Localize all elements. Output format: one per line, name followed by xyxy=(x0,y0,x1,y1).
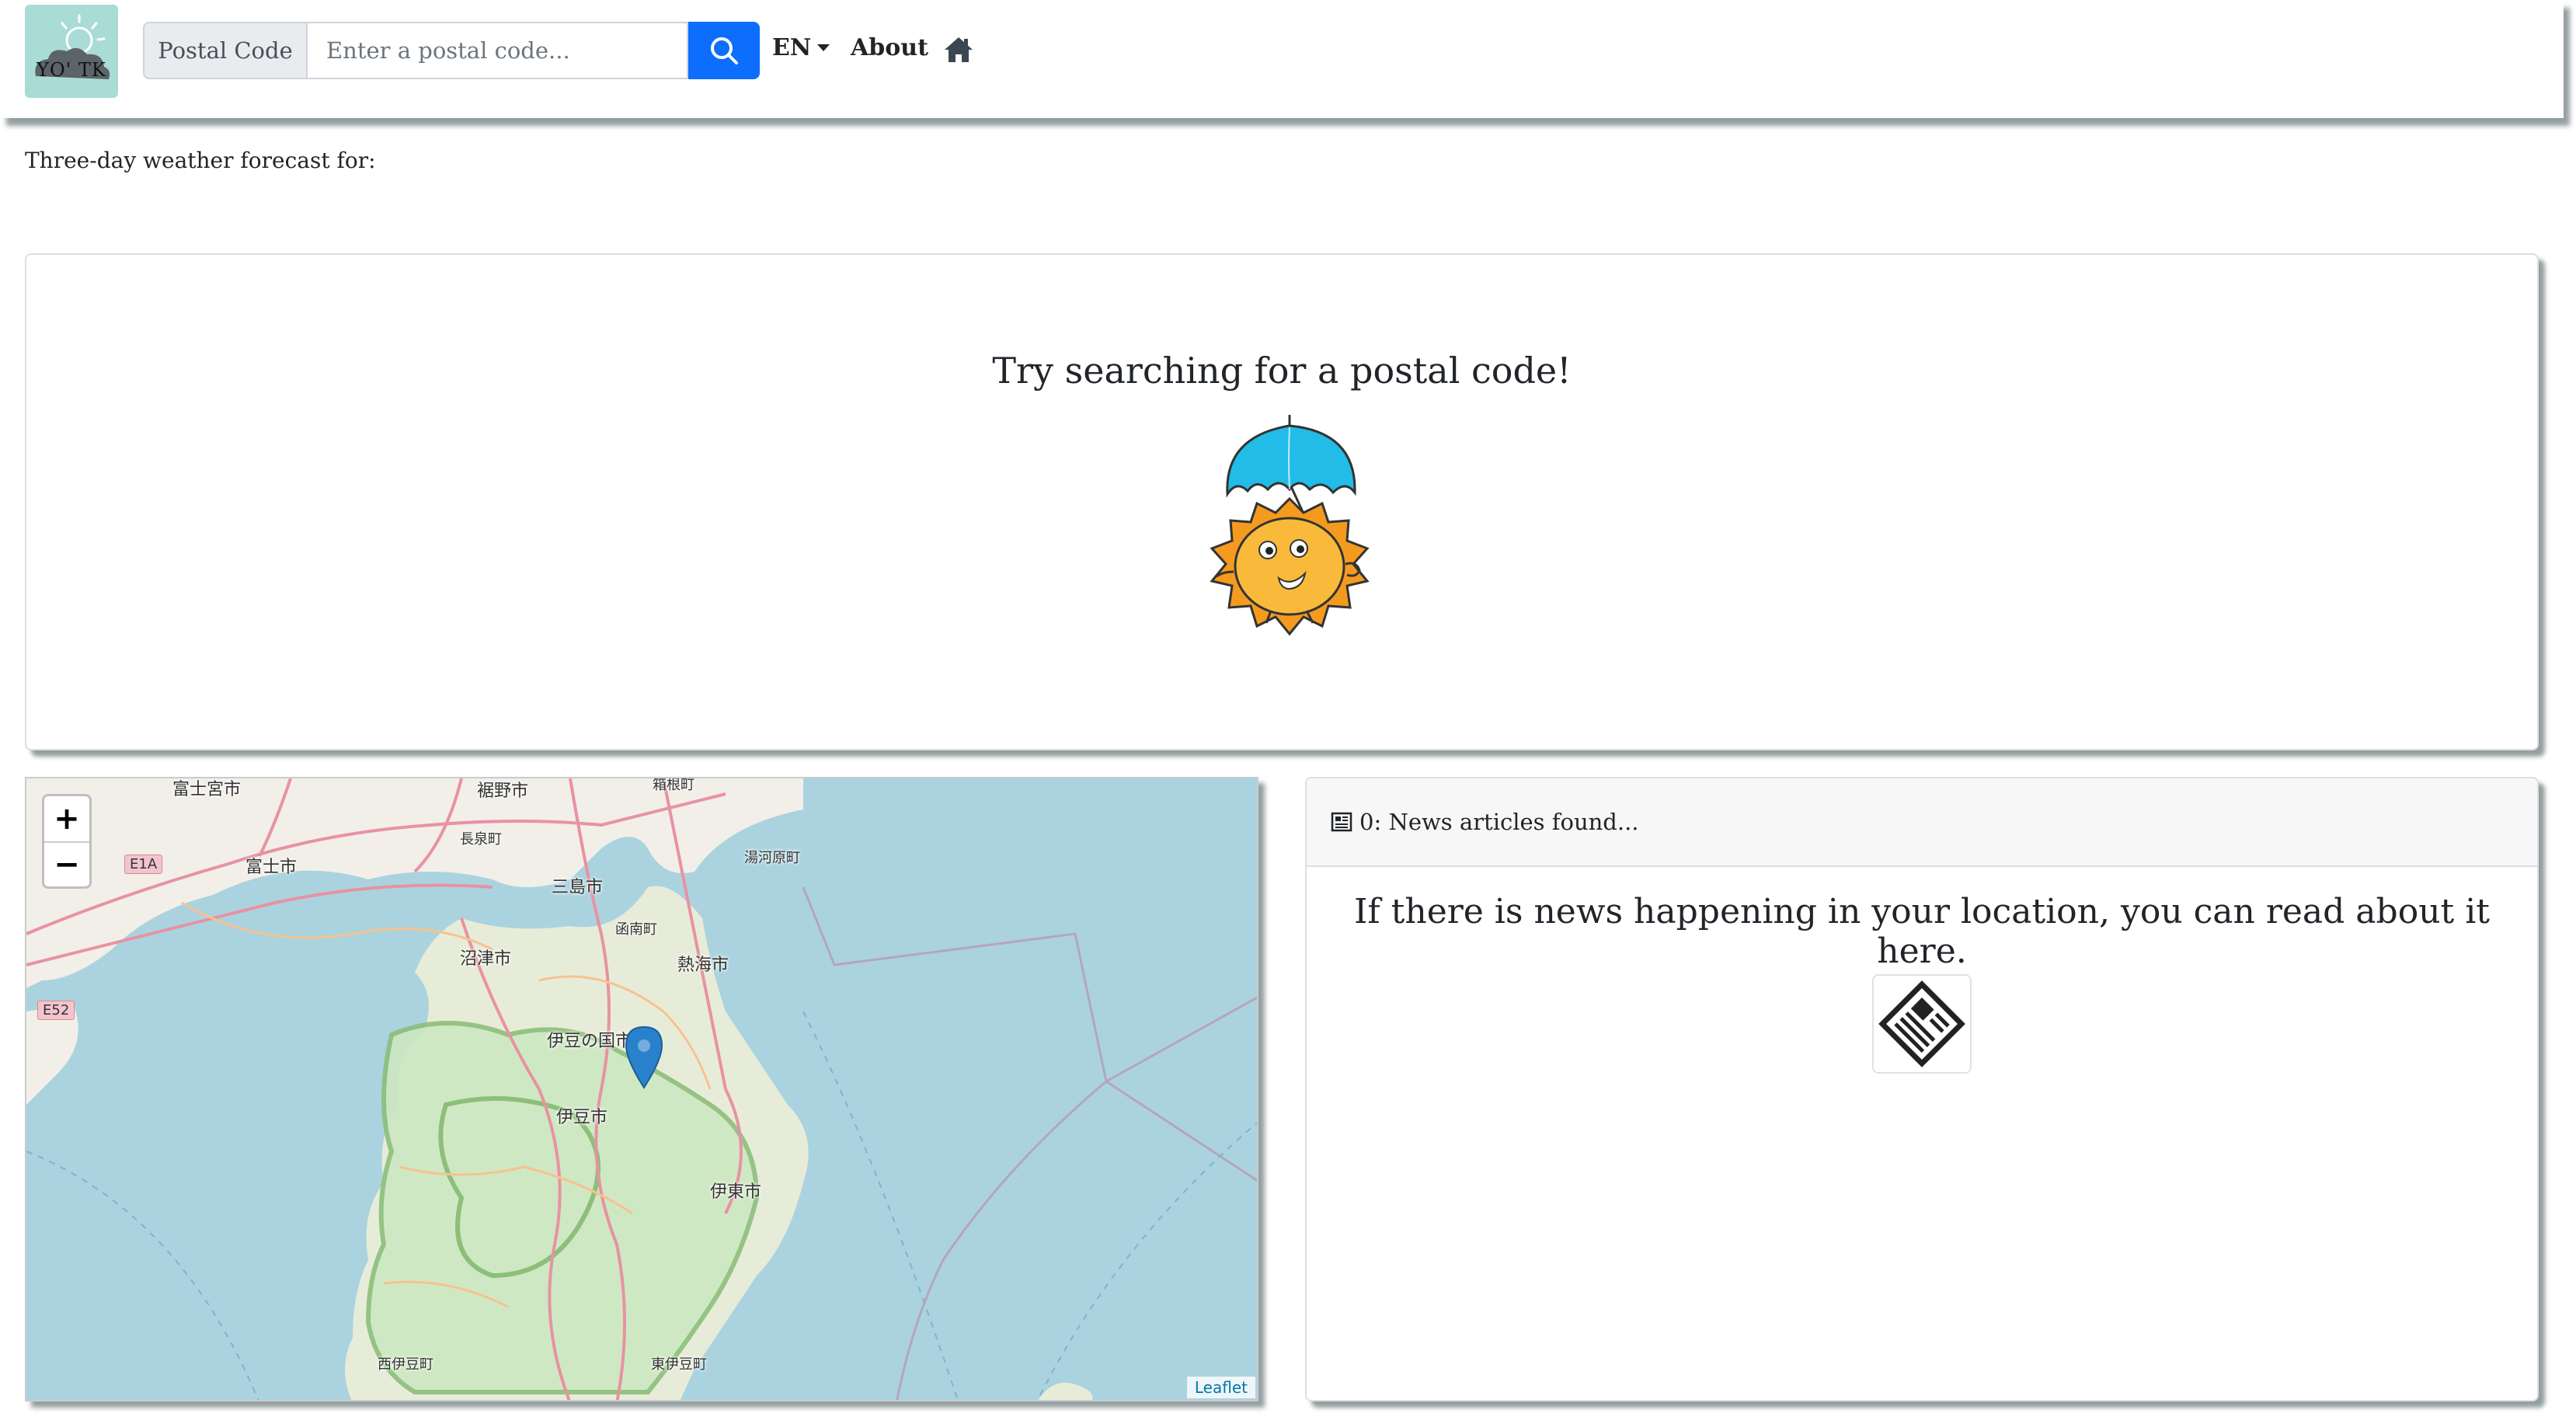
navbar: YO' TK Postal Code EN About xyxy=(0,0,2564,118)
forecast-card: Try searching for a postal code! xyxy=(25,253,2539,750)
road-shield: E52 xyxy=(37,1001,75,1020)
map-label: 西伊豆町 xyxy=(378,1356,433,1373)
map-label: 長泉町 xyxy=(460,831,502,848)
map-label: 富士宮市 xyxy=(172,780,242,799)
map-label: 東伊豆町 xyxy=(651,1356,707,1373)
postal-code-input[interactable] xyxy=(308,22,688,79)
map-attribution-link[interactable]: Leaflet xyxy=(1186,1377,1255,1398)
map-tiles xyxy=(26,778,1257,1400)
logo-cloud-sun-icon xyxy=(35,14,110,79)
chevron-down-icon xyxy=(817,44,830,51)
home-icon[interactable] xyxy=(943,34,974,68)
zoom-out-button[interactable]: − xyxy=(44,841,89,886)
zoom-in-button[interactable]: + xyxy=(44,796,89,841)
empty-state-title: Try searching for a postal code! xyxy=(992,350,1572,392)
map-label: 裾野市 xyxy=(477,782,529,801)
news-empty-message: If there is news happening in your locat… xyxy=(1354,892,2490,971)
postal-code-search: Postal Code xyxy=(143,22,760,79)
map-label: 箱根町 xyxy=(653,777,694,793)
news-placeholder xyxy=(1872,974,1972,1074)
logo[interactable]: YO' TK xyxy=(25,5,118,98)
search-button[interactable] xyxy=(688,22,760,79)
map-label: 伊豆市 xyxy=(556,1108,608,1127)
map-label: 伊豆の国市 xyxy=(547,1032,633,1051)
news-card: 0: News articles found... If there is ne… xyxy=(1305,777,2539,1401)
about-link[interactable]: About xyxy=(851,34,928,61)
news-count-label: 0: News articles found... xyxy=(1359,809,1639,835)
zoom-controls: + − xyxy=(42,794,92,889)
map-label: 伊東市 xyxy=(710,1182,762,1202)
map-label: 湯河原町 xyxy=(744,850,800,866)
language-dropdown[interactable]: EN xyxy=(772,34,830,61)
map-label: 富士市 xyxy=(245,858,298,877)
news-header: 0: News articles found... xyxy=(1307,778,2537,867)
logo-text: YO' TK xyxy=(37,59,106,81)
forecast-heading: Three-day weather forecast for: xyxy=(25,148,376,173)
map-label: 函南町 xyxy=(615,921,657,938)
language-label: EN xyxy=(772,34,812,61)
road-shield: E1A xyxy=(124,855,163,874)
map-label: 沼津市 xyxy=(460,949,512,969)
search-icon xyxy=(711,37,738,64)
location-map[interactable]: + − 富士宮市 裾野市 箱根町 長泉町 富士市 湯河原町 三島市 函南町 沼津… xyxy=(25,777,1258,1401)
newspaper-icon xyxy=(1331,812,1352,832)
map-label: 熱海市 xyxy=(677,956,729,975)
sun-umbrella-mascot-icon xyxy=(1210,415,1370,636)
location-pin-icon[interactable] xyxy=(625,1025,663,1089)
newspaper-icon xyxy=(1878,980,1965,1067)
postal-code-label: Postal Code xyxy=(143,22,308,79)
map-label: 三島市 xyxy=(552,878,604,897)
